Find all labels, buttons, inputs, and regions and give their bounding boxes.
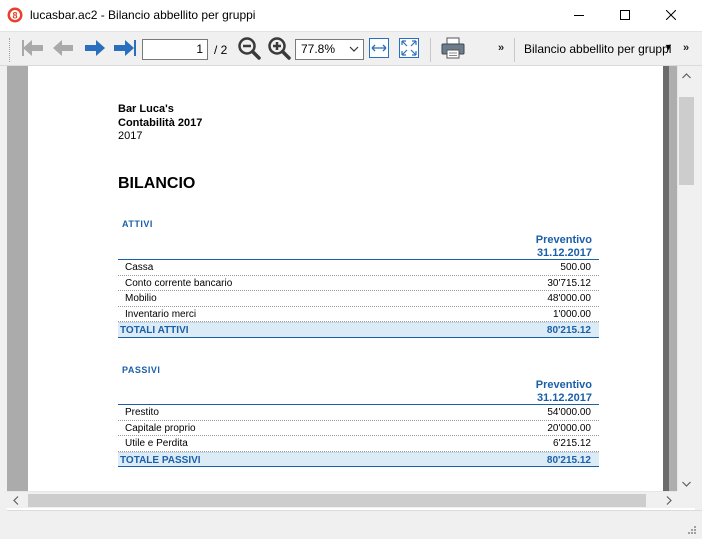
right-arrow-icon (83, 38, 107, 61)
row-value: 6'215.12 (552, 438, 591, 449)
toolbar-separator (514, 38, 515, 62)
table-row: Utile e Perdita 6'215.12 (118, 436, 599, 452)
first-page-button[interactable] (20, 36, 46, 62)
row-label: Cassa (125, 262, 154, 273)
report-viewer[interactable]: Bar Luca's Contabilità 2017 2017 BILANCI… (7, 66, 677, 491)
table-row: Inventario merci 1'000.00 (118, 307, 599, 322)
row-label: Utile e Perdita (125, 438, 188, 449)
zoom-select[interactable]: 77.8% (295, 39, 364, 60)
print-button[interactable] (438, 36, 468, 62)
toolbar: 1 / 2 77.8% » Bilancio abbellito per gru (0, 31, 702, 66)
maximize-button[interactable] (602, 0, 648, 31)
title-bar: 8 lucasbar.ac2 - Bilancio abbellito per … (0, 0, 702, 31)
column-header-preventivo: Preventivo (535, 379, 592, 391)
previous-page-button[interactable] (50, 36, 76, 62)
svg-text:8: 8 (12, 11, 17, 21)
window-left-border (0, 66, 7, 539)
report-title: BILANCIO (118, 175, 196, 192)
minimize-icon (574, 9, 584, 23)
passivi-table: Prestito 54'000.00 Capitale proprio 20'0… (118, 404, 599, 467)
chevron-left-icon (12, 494, 19, 508)
report-page: Bar Luca's Contabilità 2017 2017 BILANCI… (28, 66, 663, 491)
row-value: 48'000.00 (547, 293, 591, 304)
close-button[interactable] (648, 0, 694, 31)
row-value: 30'715.12 (547, 277, 591, 289)
banana-app-icon: 8 (7, 7, 23, 23)
printer-icon (440, 36, 466, 63)
resize-grip-icon[interactable] (686, 525, 696, 535)
fit-page-button[interactable] (398, 36, 420, 62)
zoom-value: 77.8% (301, 42, 336, 56)
total-row: TOTALE PASSIVI 80'215.12 (118, 451, 599, 467)
scroll-up-button[interactable] (678, 66, 695, 83)
scroll-down-button[interactable] (678, 474, 695, 491)
total-label: TOTALI ATTIVI (120, 325, 189, 336)
column-header-preventivo: Preventivo (535, 234, 592, 246)
toolbar-grip[interactable] (9, 38, 12, 62)
row-value: 500.00 (560, 262, 591, 273)
zoom-out-icon (237, 36, 261, 63)
toolbar-separator (430, 38, 431, 62)
vertical-scrollbar[interactable] (677, 66, 695, 491)
row-label: Capitale proprio (125, 422, 196, 434)
vertical-scroll-thumb[interactable] (679, 97, 694, 185)
table-row: Cassa 500.00 (118, 260, 599, 276)
chevron-up-icon (682, 68, 691, 82)
page-total-label: / 2 (214, 43, 228, 57)
next-page-button[interactable] (82, 36, 108, 62)
toolbar-overflow-button-2[interactable]: » (683, 42, 689, 54)
section-title-passivi: PASSIVI (122, 365, 161, 375)
scroll-right-button[interactable] (660, 492, 677, 509)
table-row: Conto corrente bancario 30'715.12 (118, 276, 599, 291)
status-bar (7, 510, 702, 539)
zoom-out-button[interactable] (236, 36, 262, 62)
company-name: Bar Luca's (118, 103, 174, 115)
table-row: Capitale proprio 20'000.00 (118, 421, 599, 436)
close-icon (665, 9, 677, 23)
report-subtitle: Contabilità 2017 (118, 117, 203, 129)
zoom-in-icon (267, 36, 291, 63)
table-row: Mobilio 48'000.00 (118, 291, 599, 307)
total-row: TOTALI ATTIVI 80'215.12 (118, 322, 599, 338)
zoom-in-button[interactable] (266, 36, 292, 62)
row-label: Conto corrente bancario (125, 277, 233, 289)
maximize-icon (620, 9, 630, 23)
horizontal-scrollbar[interactable] (7, 491, 677, 508)
page-number-input[interactable]: 1 (142, 39, 208, 60)
last-page-arrow-icon (113, 38, 137, 61)
chevron-down-icon (349, 40, 359, 65)
window-title: lucasbar.ac2 - Bilancio abbellito per gr… (30, 8, 256, 22)
row-value: 20'000.00 (547, 422, 591, 434)
chevron-down-icon (682, 476, 691, 490)
report-dropdown-icon[interactable]: ▼ (664, 42, 673, 52)
total-value: 80'215.12 (546, 325, 591, 336)
total-label: TOTALE PASSIVI (120, 454, 201, 466)
first-page-arrow-icon (21, 38, 45, 61)
scrollbar-corner (677, 491, 695, 508)
window-right-border (695, 66, 702, 510)
minimize-button[interactable] (556, 0, 602, 31)
scroll-left-button[interactable] (7, 492, 24, 509)
row-value: 1'000.00 (552, 308, 591, 320)
row-label: Mobilio (125, 293, 157, 304)
horizontal-scroll-thumb[interactable] (28, 494, 646, 507)
chevron-right-icon (666, 494, 672, 508)
left-arrow-icon (51, 38, 75, 61)
viewer-margin (7, 66, 28, 491)
fit-width-button[interactable] (368, 36, 390, 62)
section-title-attivi: ATTIVI (122, 219, 153, 229)
fit-page-icon (399, 37, 419, 61)
report-select[interactable]: Bilancio abbellito per gruppi (524, 42, 671, 56)
row-value: 54'000.00 (547, 407, 591, 418)
last-page-button[interactable] (112, 36, 138, 62)
row-label: Prestito (125, 407, 159, 418)
report-year: 2017 (118, 130, 143, 142)
table-row: Prestito 54'000.00 (118, 405, 599, 421)
total-value: 80'215.12 (546, 454, 591, 466)
row-label: Inventario merci (125, 308, 197, 320)
fit-width-icon (369, 37, 389, 61)
attivi-table: Cassa 500.00 Conto corrente bancario 30'… (118, 259, 599, 338)
toolbar-overflow-button[interactable]: » (498, 42, 504, 54)
page-shadow (663, 66, 669, 491)
